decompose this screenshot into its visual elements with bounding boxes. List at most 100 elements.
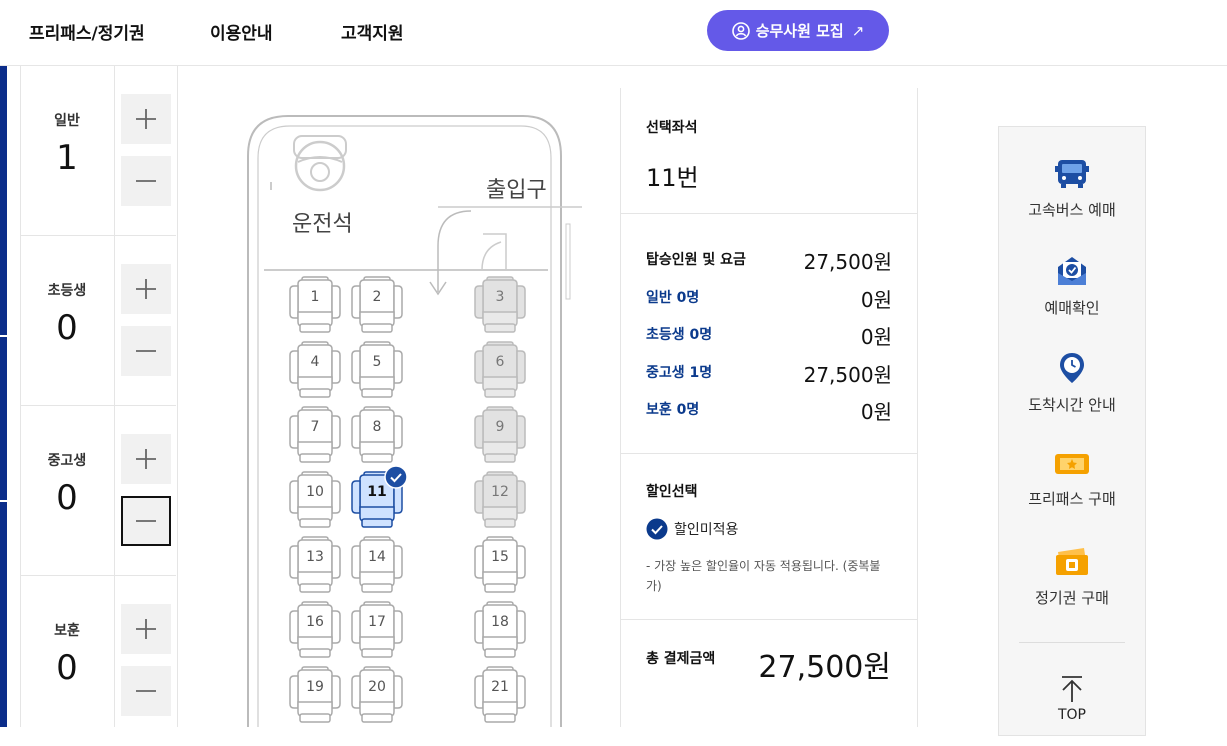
seat-shape [474,536,526,593]
increase-elementary-button[interactable] [121,264,171,314]
quick-menu: 고속버스 예매 예매확인 도착시간 안내 프리패스 구매 정기권 구매 TOP [998,126,1146,736]
person-search-icon [731,21,750,40]
seat-20[interactable]: 20 [350,666,404,724]
passenger-count: 0 [56,308,78,348]
minus-icon [136,180,156,182]
scroll-top-button[interactable]: TOP [999,675,1145,723]
fare-value: 0원 [860,325,892,349]
seat-shape [474,601,526,658]
recruit-button[interactable]: 승무사원 모집 ↗ [707,10,889,51]
fare-row-student: 중고생 1명 27,500원 [646,359,892,387]
increase-student-button[interactable] [121,434,171,484]
minus-icon [136,690,156,692]
quick-reservation-check[interactable]: 예매확인 [999,255,1145,318]
external-link-icon: ↗ [851,21,865,40]
decrease-elementary-button[interactable] [121,326,171,376]
stripe-gap [0,500,7,502]
fare-section: 탑승인원 및 요금 27,500원 일반 0명 0원 초등생 0명 0원 중고생… [621,214,917,454]
seat-shape [474,341,526,398]
seat-number: 4 [310,354,320,370]
seat-number: 20 [368,679,386,695]
passenger-count: 1 [56,138,78,178]
seat-number: 14 [368,549,386,565]
discount-option[interactable]: 할인미적용 [646,518,738,540]
seat-13[interactable]: 13 [288,536,342,594]
seat-shape [351,536,403,593]
top-label: TOP [1057,707,1086,723]
fare-row-general: 일반 0명 0원 [646,284,892,312]
left-accent-bar [0,66,7,727]
seat-10[interactable]: 10 [288,471,342,529]
seat-4[interactable]: 4 [288,341,342,399]
total-section: 총 결제금액 27,500원 [621,620,917,727]
nav-support[interactable]: 고객지원 [341,19,404,44]
seat-1[interactable]: 1 [288,276,342,334]
driver-seat-label: 운전석 [292,212,353,237]
quick-label: 정기권 구매 [1035,589,1109,607]
discount-option-label: 할인미적용 [674,522,739,538]
seat-shape [474,406,526,463]
decrease-veteran-button[interactable] [121,666,171,716]
passenger-label: 일반 [54,113,80,129]
seat-number: 10 [306,484,324,500]
fare-value: 0원 [860,400,892,424]
quick-label: 예매확인 [1044,299,1100,317]
seat-8[interactable]: 8 [350,406,404,464]
seat-number: 15 [491,549,509,565]
discount-section: 할인선택 할인미적용 - 가장 높은 할인율이 자동 적용됩니다. (중복불가) [621,454,917,620]
seat-map: 운전석 출입구 1 2 3 4 5 6 7 8 9 10 11 12 13 14 15 16 17 18 19 20 2… [178,66,618,727]
seat-shape [474,666,526,723]
nav-guide[interactable]: 이용안내 [210,19,273,44]
seat-number: 3 [495,289,505,305]
increase-veteran-button[interactable] [121,604,171,654]
seat-19[interactable]: 19 [288,666,342,724]
steering-wheel-icon [293,135,347,192]
quick-freepass[interactable]: 프리패스 구매 [999,450,1145,509]
total-label: 총 결제금액 [646,651,716,667]
quick-menu-divider [1019,642,1125,643]
nav-freepass[interactable]: 프리패스/정기권 [29,19,145,44]
seat-15[interactable]: 15 [473,536,527,594]
seat-shape [351,341,403,398]
seat-7[interactable]: 7 [288,406,342,464]
plus-icon [136,449,156,469]
decrease-general-button[interactable] [121,156,171,206]
selected-seat-title: 선택좌석 [646,120,698,136]
seat-2[interactable]: 2 [350,276,404,334]
seat-11[interactable]: 11 [350,465,408,529]
passenger-count: 0 [56,648,78,688]
seat-number: 9 [495,419,505,435]
plus-icon [136,619,156,639]
quick-express-bus[interactable]: 고속버스 예매 [999,159,1145,220]
passenger-row-general: 일반 1 [20,66,176,236]
passenger-row-veteran: 보훈 0 [20,576,176,746]
fare-total-row: 탑승인원 및 요금 27,500원 [646,246,892,274]
seat-18[interactable]: 18 [473,601,527,659]
seat-21[interactable]: 21 [473,666,527,724]
seat-14[interactable]: 14 [350,536,404,594]
entrance-label: 출입구 [486,178,547,203]
seat-shape [289,536,341,593]
top-navigation: 프리패스/정기권 이용안내 고객지원 승무사원 모집 ↗ [0,0,1227,66]
quick-arrival-time[interactable]: 도착시간 안내 [999,352,1145,415]
discount-note: - 가장 높은 할인율이 자동 적용됩니다. (중복불가) [646,559,881,593]
fare-row-veteran: 보훈 0명 0원 [646,396,892,424]
fare-label: 초등생 0명 [646,327,713,343]
minus-icon [136,350,156,352]
discount-title: 할인선택 [646,484,698,500]
total-value: 27,500원 [758,650,891,685]
seat-17[interactable]: 17 [350,601,404,659]
seat-shape [289,276,341,333]
decrease-student-button[interactable] [121,496,171,546]
clock-pin-icon [1060,353,1084,383]
seat-9: 9 [473,406,527,464]
seat-16[interactable]: 16 [288,601,342,659]
seat-shape [351,406,403,463]
seat-3: 3 [473,276,527,334]
fare-total-value: 27,500원 [803,250,892,274]
selected-seat-value: 11번 [646,164,699,192]
seat-5[interactable]: 5 [350,341,404,399]
seat-shape [351,666,403,723]
increase-general-button[interactable] [121,94,171,144]
quick-season-ticket[interactable]: 정기권 구매 [999,547,1145,608]
